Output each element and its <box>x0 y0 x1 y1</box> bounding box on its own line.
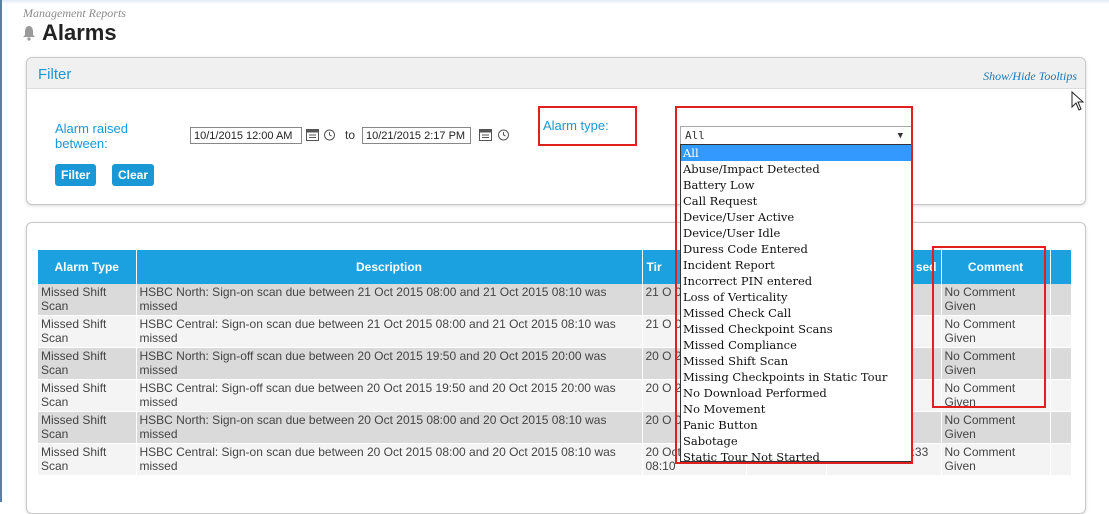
top-strip <box>0 0 1109 4</box>
clear-button[interactable]: Clear <box>112 164 155 186</box>
dropdown-highlight <box>675 106 913 464</box>
cell-comment: No Comment Given <box>941 443 1051 476</box>
table-row[interactable]: Missed Shift Scan HSBC Central: Sign-on s… <box>38 315 1072 348</box>
cell-alarm-type: Missed Shift Scan <box>38 411 137 444</box>
cell-extra <box>1050 443 1072 476</box>
left-border <box>0 0 2 502</box>
cell-description: HSBC North: Sign-on scan due between 21 … <box>136 284 643 316</box>
cell-alarm-type: Missed Shift Scan <box>38 315 137 348</box>
col-description[interactable]: Description <box>136 250 643 284</box>
filter-button[interactable]: Filter <box>55 164 97 186</box>
cell-alarm-type: Missed Shift Scan <box>38 443 137 476</box>
cell-extra <box>1050 284 1072 316</box>
page-title: Alarms <box>22 20 117 46</box>
cell-description: HSBC North: Sign-on scan due between 20 … <box>136 411 643 444</box>
date-from-input[interactable]: 10/1/2015 12:00 AM <box>190 127 302 144</box>
comment-highlight <box>932 246 1046 408</box>
cell-description: HSBC North: Sign-off scan due between 20… <box>136 347 643 380</box>
calendar-icon[interactable] <box>306 128 319 141</box>
cell-extra <box>1050 411 1072 444</box>
page-title-text: Alarms <box>42 20 117 45</box>
cell-alarm-type: Missed Shift Scan <box>38 379 137 412</box>
cell-description: HSBC Central: Sign-on scan due between 2… <box>136 315 643 348</box>
results-panel: Alarm Type Description Tir sed Comment M… <box>26 222 1086 514</box>
table-row[interactable]: Missed Shift Scan HSBC Central: Sign-on s… <box>38 443 1072 476</box>
col-alarm-type[interactable]: Alarm Type <box>38 250 137 284</box>
show-hide-tooltips-link[interactable]: Show/Hide Tooltips <box>983 69 1077 84</box>
cell-alarm-type: Missed Shift Scan <box>38 284 137 316</box>
col-extra <box>1050 250 1072 284</box>
cell-alarm-type: Missed Shift Scan <box>38 347 137 380</box>
cell-description: HSBC Central: Sign-on scan due between 2… <box>136 443 643 476</box>
clock-icon[interactable] <box>323 128 336 141</box>
cell-extra <box>1050 347 1072 380</box>
table-row[interactable]: Missed Shift Scan HSBC North: Sign-off sc… <box>38 347 1072 380</box>
mouse-cursor-icon <box>1071 91 1085 111</box>
page: Management Reports Alarms Filter Show/Hi… <box>0 0 1109 514</box>
filter-panel-header: Filter Show/Hide Tooltips <box>27 58 1085 89</box>
table-row[interactable]: Missed Shift Scan HSBC North: Sign-on sca… <box>38 411 1072 444</box>
date-to-input[interactable]: 10/21/2015 2:17 PM <box>362 127 471 144</box>
alarms-table: Alarm Type Description Tir sed Comment M… <box>38 250 1072 476</box>
cell-extra <box>1050 379 1072 412</box>
cell-comment: No Comment Given <box>941 411 1051 444</box>
table-header-row: Alarm Type Description Tir sed Comment <box>38 250 1072 284</box>
alarm-raised-label: Alarm raised between: <box>55 121 128 151</box>
cell-description: HSBC Central: Sign-off scan due between … <box>136 379 643 412</box>
clock-icon[interactable] <box>497 128 510 141</box>
alarm-type-label: Alarm type: <box>543 118 609 133</box>
bell-icon <box>23 26 35 41</box>
cell-extra <box>1050 315 1072 348</box>
to-label: to <box>345 128 356 142</box>
breadcrumb[interactable]: Management Reports <box>23 6 126 21</box>
filter-title[interactable]: Filter <box>38 66 71 83</box>
table-row[interactable]: Missed Shift Scan HSBC North: Sign-on sca… <box>38 284 1072 316</box>
table-row[interactable]: Missed Shift Scan HSBC Central: Sign-off … <box>38 379 1072 412</box>
calendar-icon[interactable] <box>479 128 492 141</box>
